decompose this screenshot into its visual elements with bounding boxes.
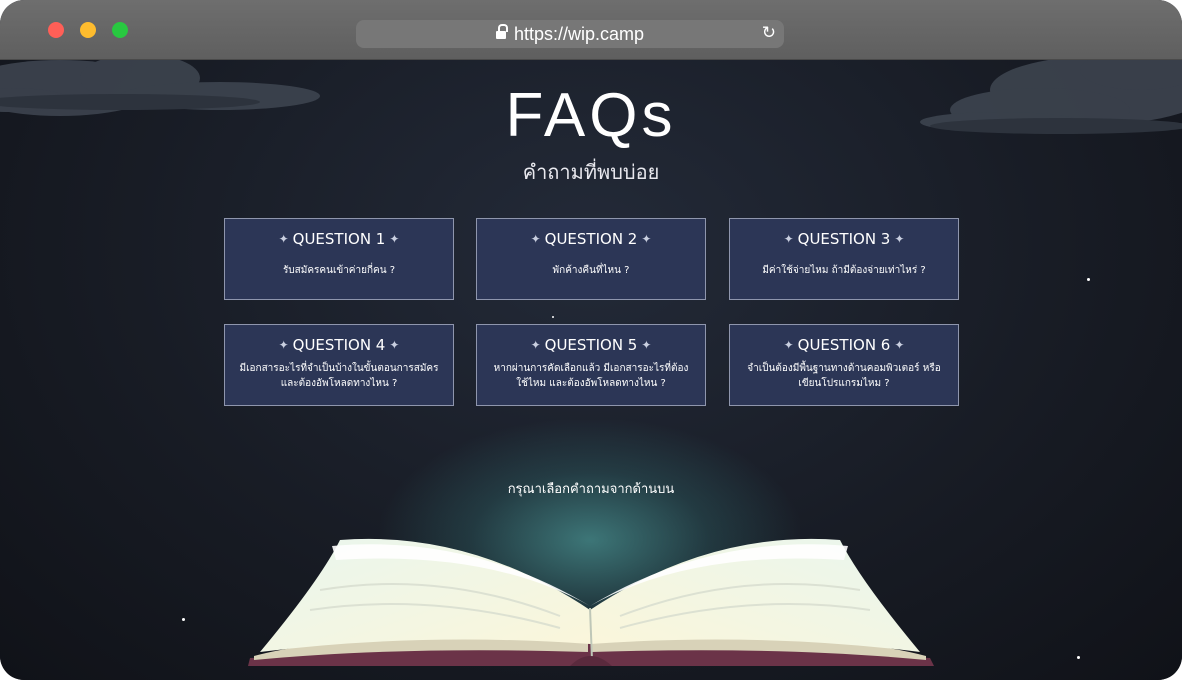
faq-card-question: จำเป็นต้องมีพื้นฐานทางด้านคอมพิวเตอร์ หร… (747, 363, 941, 389)
sparkle-icon: ✦ (783, 232, 794, 246)
sparkle-icon: ✦ (389, 338, 400, 352)
faq-card-question: พักค้างคืนที่ไหน ? (552, 264, 630, 276)
faq-card-label: QUESTION 6 (797, 336, 891, 354)
faq-card-label: QUESTION 4 (292, 336, 386, 354)
star (1077, 656, 1080, 659)
page-subtitle: คำถามที่พบบ่อย (522, 160, 660, 184)
browser-titlebar: https://wip.camp ↻ (0, 0, 1182, 60)
sparkle-icon: ✦ (894, 338, 905, 352)
star (182, 618, 185, 621)
lock-icon (495, 24, 508, 40)
faq-card-question: มีเอกสารอะไรที่จำเป็นบ้างในขั้นตอนการสมั… (239, 363, 439, 389)
sparkle-icon: ✦ (894, 232, 905, 246)
faq-card-5[interactable]: ✦ QUESTION 5 ✦ หากผ่านการคัดเลือกแล้ว มี… (476, 324, 706, 406)
faq-page: FAQs คำถามที่พบบ่อย ✦ QUESTION 1 ✦ รับสม… (0, 60, 1182, 680)
sparkle-icon: ✦ (389, 232, 400, 246)
faq-card-2[interactable]: ✦ QUESTION 2 ✦ พักค้างคืนที่ไหน ? (476, 218, 706, 300)
open-book-illustration (248, 538, 934, 666)
maximize-window-button[interactable] (112, 22, 128, 38)
faq-card-question: รับสมัครคนเข้าค่ายกี่คน ? (282, 264, 396, 276)
minimize-window-button[interactable] (80, 22, 96, 38)
page-title: FAQs (505, 81, 677, 150)
sparkle-icon: ✦ (278, 232, 289, 246)
star (1087, 278, 1090, 281)
address-bar[interactable]: https://wip.camp ↻ (356, 20, 784, 48)
sparkle-icon: ✦ (530, 338, 541, 352)
faq-card-1[interactable]: ✦ QUESTION 1 ✦ รับสมัครคนเข้าค่ายกี่คน ? (224, 218, 454, 300)
select-question-prompt: กรุณาเลือกคำถามจากด้านบน (507, 482, 675, 497)
faq-card-label: QUESTION 5 (544, 336, 638, 354)
faq-card-question: หากผ่านการคัดเลือกแล้ว มีเอกสารอะไรที่ต้… (493, 363, 689, 389)
sparkle-icon: ✦ (783, 338, 794, 352)
faq-card-6[interactable]: ✦ QUESTION 6 ✦ จำเป็นต้องมีพื้นฐานทางด้า… (729, 324, 959, 406)
address-bar-url: https://wip.camp (513, 23, 645, 44)
faq-card-question: มีค่าใช้จ่ายไหม ถ้ามีต้องจ่ายเท่าไหร่ ? (762, 264, 926, 276)
reload-icon[interactable]: ↻ (762, 23, 776, 43)
browser-window: https://wip.camp ↻ FAQs คำถามที่พบบ่อย ✦… (0, 0, 1182, 680)
star (552, 316, 554, 318)
sparkle-icon: ✦ (530, 232, 541, 246)
faq-card-3[interactable]: ✦ QUESTION 3 ✦ มีค่าใช้จ่ายไหม ถ้ามีต้อง… (729, 218, 959, 300)
faq-card-label: QUESTION 2 (544, 230, 638, 248)
faq-card-label: QUESTION 1 (292, 230, 386, 248)
faq-card-4[interactable]: ✦ QUESTION 4 ✦ มีเอกสารอะไรที่จำเป็นบ้าง… (224, 324, 454, 406)
faq-card-label: QUESTION 3 (797, 230, 891, 248)
sparkle-icon: ✦ (641, 338, 652, 352)
sparkle-icon: ✦ (278, 338, 289, 352)
sparkle-icon: ✦ (641, 232, 652, 246)
close-window-button[interactable] (48, 22, 64, 38)
